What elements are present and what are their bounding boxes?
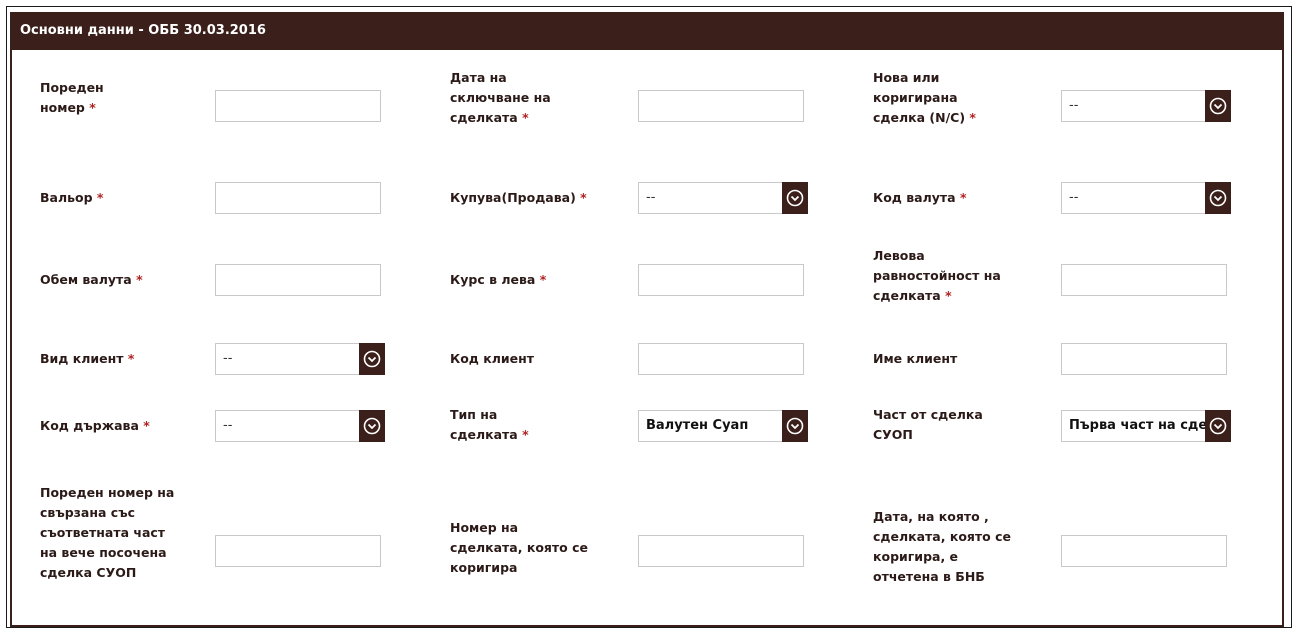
label-rate-bgn: Курс в лева * <box>450 272 547 287</box>
label-currency-amount: Обем валута * <box>40 272 143 287</box>
label-bgn-equivalent: Левова равностойност на сделката * <box>873 248 1001 303</box>
sequence-number-input[interactable] <box>215 90 381 122</box>
buy-sell-select[interactable]: -- <box>638 182 808 214</box>
label-country-code: Код държава * <box>40 418 150 433</box>
label-deal-date: Дата на сключване на сделката * <box>450 70 551 125</box>
chevron-down-icon[interactable] <box>1205 182 1231 214</box>
swap-part-select[interactable]: Първа част на сделка <box>1061 410 1231 442</box>
label-currency-code: Код валута * <box>873 190 967 205</box>
bgn-equivalent-input[interactable] <box>1061 264 1227 296</box>
client-name-input[interactable] <box>1061 343 1227 375</box>
label-swap-part: Част от сделка СУОП <box>873 407 983 442</box>
chevron-down-icon[interactable] <box>782 410 808 442</box>
chevron-down-icon[interactable] <box>1205 410 1231 442</box>
currency-amount-input[interactable] <box>215 264 381 296</box>
value-date-input[interactable] <box>215 182 381 214</box>
label-value-date: Вальор * <box>40 190 104 205</box>
label-sequence-number: Пореден номер * <box>40 80 104 115</box>
label-bnb-reported-date: Дата, на която , сделката, която се кори… <box>873 509 1012 584</box>
label-buy-sell: Купува(Продава) * <box>450 190 587 205</box>
chevron-down-icon[interactable] <box>1205 90 1231 122</box>
bnb-reported-date-input[interactable] <box>1061 535 1227 567</box>
label-linked-sequence-number: Пореден номер на свързана със съответнат… <box>40 485 175 580</box>
chevron-down-icon[interactable] <box>782 182 808 214</box>
currency-code-select[interactable]: -- <box>1061 182 1231 214</box>
label-deal-type: Тип на сделката * <box>450 407 529 442</box>
new-or-corrected-select[interactable]: -- <box>1061 90 1231 122</box>
label-client-name: Име клиент <box>873 351 958 366</box>
chevron-down-icon[interactable] <box>359 410 385 442</box>
main-data-panel: Основни данни - ОББ 30.03.2016 Пореден н… <box>10 12 1284 627</box>
label-corrected-deal-number: Номер на сделката, която се коригира <box>450 520 589 575</box>
rate-bgn-input[interactable] <box>638 264 804 296</box>
deal-type-select[interactable]: Валутен Суап <box>638 410 808 442</box>
label-new-or-corrected: Нова или коригирана сделка (N/C) * <box>873 70 976 125</box>
chevron-down-icon[interactable] <box>359 343 385 375</box>
client-type-select[interactable]: -- <box>215 343 385 375</box>
label-client-type: Вид клиент * <box>40 351 135 366</box>
client-code-input[interactable] <box>638 343 804 375</box>
country-code-select[interactable]: -- <box>215 410 385 442</box>
corrected-deal-number-input[interactable] <box>638 535 804 567</box>
linked-sequence-number-input[interactable] <box>215 535 381 567</box>
panel-title: Основни данни - ОББ 30.03.2016 <box>12 12 1282 50</box>
label-client-code: Код клиент <box>450 351 535 366</box>
deal-date-input[interactable] <box>638 90 804 122</box>
